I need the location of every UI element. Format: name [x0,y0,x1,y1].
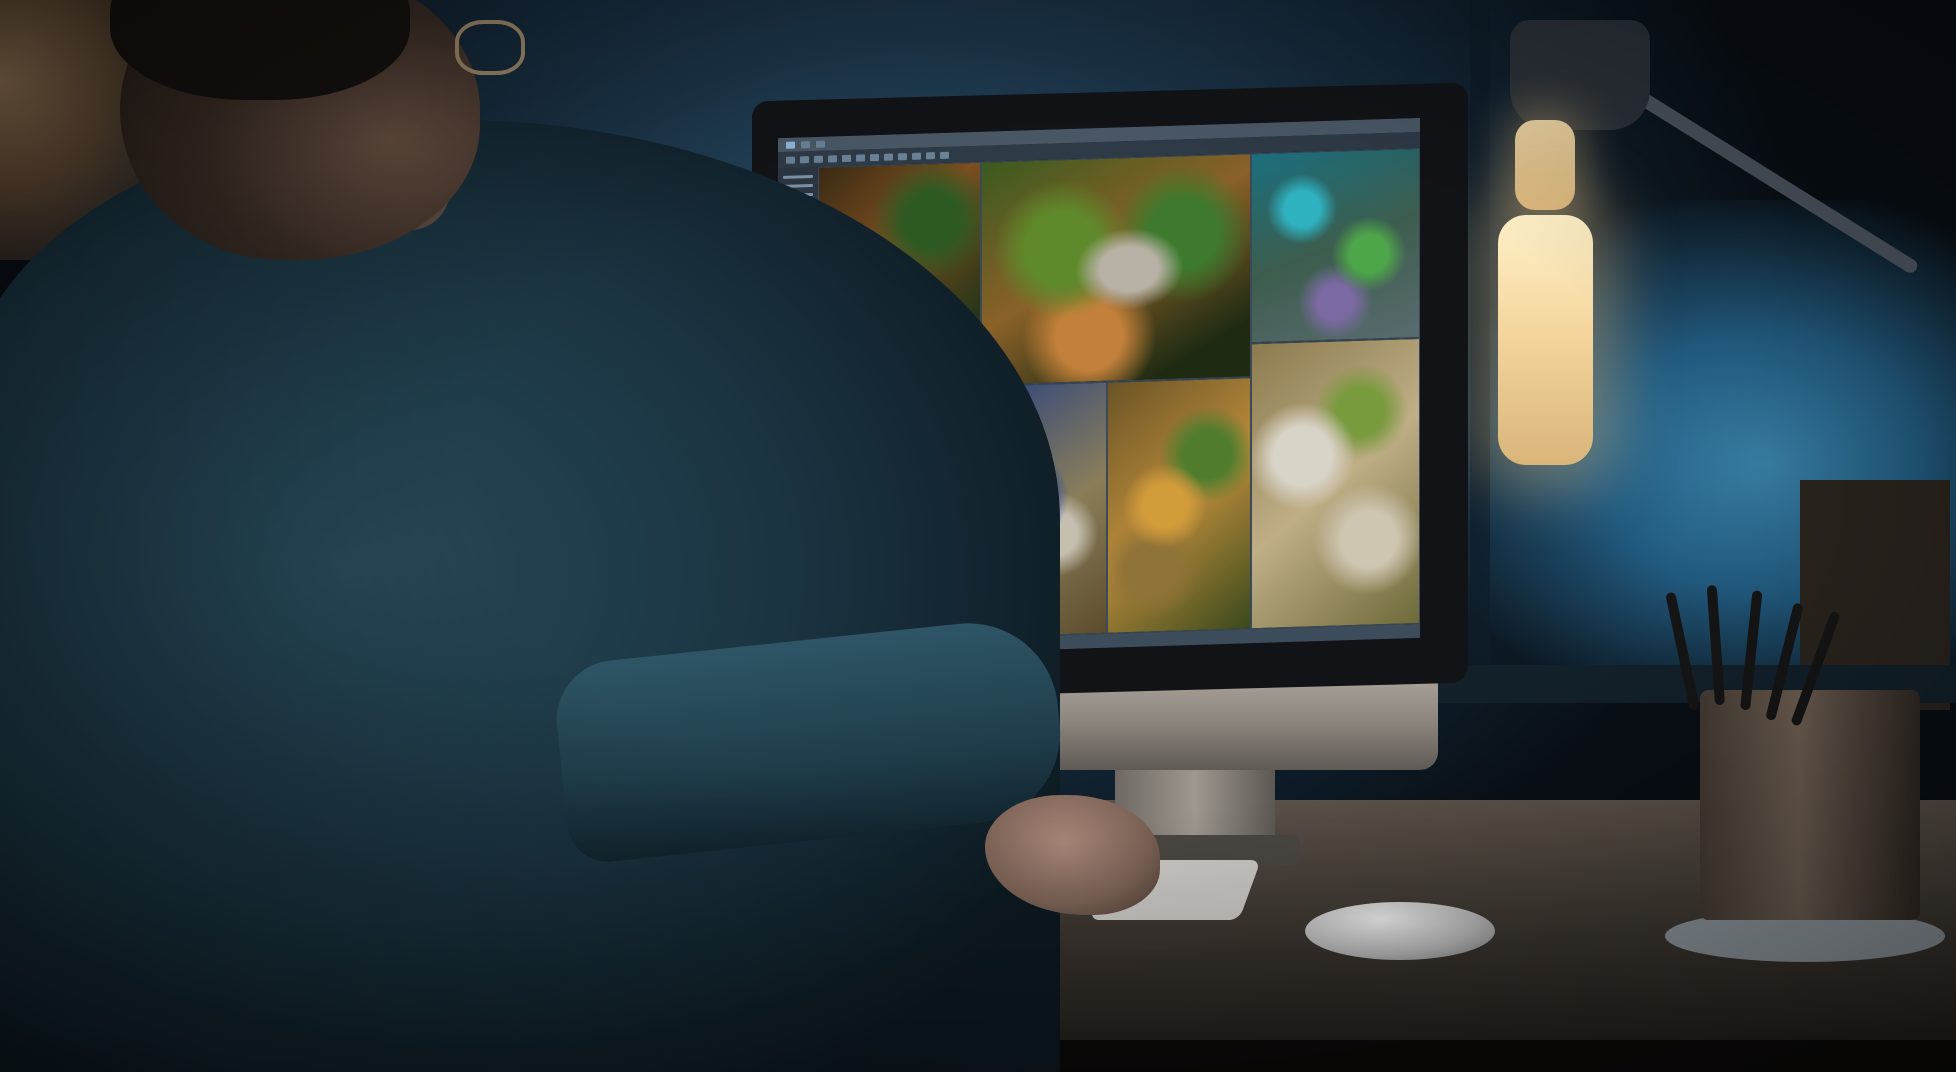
urban-tile-4[interactable] [1251,338,1420,630]
toolbar-tool-icon[interactable] [898,152,907,160]
toolbar-tool-icon[interactable] [940,151,949,159]
toolbar-tool-icon[interactable] [884,152,893,161]
person-torso [0,120,1060,1072]
toolbar-tool-icon[interactable] [912,152,921,160]
layer-entry[interactable] [783,174,813,179]
lamp-light [1498,215,1593,465]
computer-mouse [1305,902,1495,960]
pen-cup [1700,690,1920,920]
toolbar-tool-icon[interactable] [926,151,935,159]
toolbar-tool-icon[interactable] [814,155,823,163]
toolbar-tool-icon[interactable] [828,154,837,163]
terrain-tile-2[interactable] [980,153,1252,386]
toolbar-tool-icon[interactable] [856,153,865,162]
window-control-icon[interactable] [816,140,825,148]
window-control-icon[interactable] [801,140,810,148]
toolbar-tool-icon[interactable] [800,155,809,163]
coastal-tile-3[interactable] [1251,147,1420,344]
terrain-tile-7[interactable] [1106,376,1252,634]
toolbar-tool-icon[interactable] [870,153,879,161]
lamp-light-small [1515,120,1575,210]
eyeglasses [455,20,525,75]
window-control-icon[interactable] [786,141,795,149]
toolbar-tool-icon[interactable] [786,156,795,164]
toolbar-tool-icon[interactable] [842,154,851,162]
desk-lamp-head [1510,20,1650,130]
photo-scene [0,0,1956,1072]
window-frame [1470,0,1490,700]
